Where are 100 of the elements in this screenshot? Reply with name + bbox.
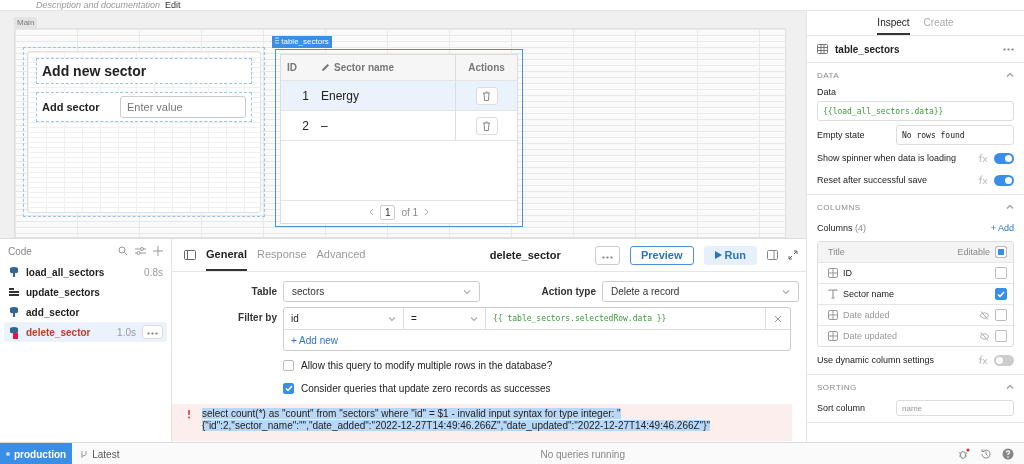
- field-label: Data: [817, 87, 837, 97]
- column-header: Editable: [957, 247, 990, 257]
- operator-dropdown[interactable]: =: [404, 308, 486, 329]
- column-header[interactable]: ID: [287, 62, 297, 73]
- filter-value-field[interactable]: {{ table_sectors.selectedRow.data }}: [486, 308, 766, 329]
- trash-icon: [482, 120, 491, 131]
- text-type-icon: [828, 289, 838, 299]
- status-text: No queries running: [539, 448, 626, 460]
- filter-column-dropdown[interactable]: id: [284, 308, 404, 329]
- search-icon[interactable]: [118, 246, 128, 256]
- query-name: delete_sector: [26, 326, 92, 338]
- query-item[interactable]: load_all_sectors 0.8s: [4, 262, 167, 282]
- drag-handle-icon[interactable]: [275, 37, 279, 44]
- column-title: ID: [843, 268, 853, 278]
- field-label: Table: [250, 286, 277, 297]
- more-icon[interactable]: [1003, 47, 1014, 51]
- add-link[interactable]: + Add: [990, 223, 1014, 233]
- help-icon[interactable]: [1002, 448, 1014, 460]
- chevron-down-icon[interactable]: [463, 287, 471, 296]
- empty-state-field[interactable]: No rows found: [896, 125, 1014, 145]
- section-title: DATA: [817, 70, 840, 80]
- add-new-link[interactable]: + Add new: [291, 334, 338, 346]
- column-row[interactable]: Sector name: [818, 284, 1013, 305]
- table-row[interactable]: 1 Energy: [281, 81, 517, 111]
- column-header[interactable]: Actions: [468, 62, 505, 73]
- chevron-down-icon[interactable]: [388, 314, 396, 323]
- preview-button[interactable]: Preview: [629, 245, 694, 265]
- column-header[interactable]: Sector name: [321, 62, 395, 73]
- page-field[interactable]: 1: [379, 204, 396, 220]
- checkbox[interactable]: [995, 267, 1007, 279]
- fx-icon[interactable]: [976, 175, 988, 185]
- collapse-icon[interactable]: [1006, 383, 1014, 391]
- query-name: load_all_sectors: [26, 266, 106, 278]
- more-icon[interactable]: [601, 256, 613, 259]
- query-item[interactable]: update_sectors: [4, 282, 167, 302]
- column-row[interactable]: ID: [818, 263, 1013, 284]
- fx-icon[interactable]: [976, 355, 988, 365]
- data-field[interactable]: {{load_all_sectors.data}}: [817, 101, 1014, 121]
- column-header: Title: [828, 247, 846, 257]
- column-title: Date added: [843, 310, 891, 320]
- description-text: Description and documentation: [36, 0, 161, 10]
- panel-icon[interactable]: [767, 250, 778, 260]
- chevron-right-icon[interactable]: [424, 208, 430, 216]
- field-label: Add sector: [42, 101, 101, 113]
- collapse-icon[interactable]: [1006, 71, 1014, 79]
- field-label: Empty state: [817, 130, 866, 140]
- grid-icon: [828, 331, 838, 341]
- table-dropdown[interactable]: sectors: [283, 281, 480, 302]
- query-item[interactable]: delete_sector 1.0s: [4, 322, 167, 342]
- columns-label: Columns: [817, 223, 853, 233]
- checkbox-label: Allow this query to modify multiple rows in the database?: [301, 359, 553, 371]
- branch-button[interactable]: Latest: [72, 448, 128, 460]
- component-tag: table_sectors: [272, 36, 332, 48]
- expand-icon[interactable]: [788, 250, 798, 260]
- query-time: 0.8s: [144, 266, 163, 278]
- table-cell: 2: [302, 118, 309, 133]
- play-icon: [714, 251, 722, 259]
- checkbox[interactable]: [995, 288, 1007, 300]
- table-row[interactable]: 2 –: [281, 111, 517, 141]
- query-item[interactable]: add_sector: [4, 302, 167, 322]
- frame-label: Main: [14, 17, 38, 28]
- component-name: table_sectors: [835, 43, 901, 55]
- delete-button[interactable]: [475, 116, 498, 135]
- plus-icon[interactable]: [153, 246, 163, 256]
- more-button[interactable]: [142, 325, 163, 339]
- sliders-icon[interactable]: [135, 246, 146, 256]
- toggle-switch[interactable]: [994, 174, 1014, 186]
- collapse-icon[interactable]: [1006, 203, 1014, 211]
- sidebar-toggle-icon[interactable]: [184, 250, 196, 260]
- bug-icon[interactable]: [958, 448, 970, 460]
- delete-button[interactable]: [475, 86, 498, 105]
- form-title: Add new sector: [36, 58, 252, 84]
- checkbox[interactable]: [283, 359, 294, 371]
- query-name: add_sector: [26, 306, 81, 318]
- text-input[interactable]: Enter value: [120, 96, 246, 118]
- error-badge-icon: [13, 333, 18, 339]
- section-title: SORTING: [817, 382, 857, 392]
- close-icon[interactable]: [774, 314, 782, 323]
- action-type-dropdown[interactable]: Delete a record: [602, 281, 799, 302]
- toggle-switch[interactable]: [994, 354, 1014, 366]
- inspector-tab[interactable]: Inspect: [877, 11, 910, 35]
- checkbox[interactable]: [995, 330, 1007, 342]
- edit-link[interactable]: Edit: [165, 0, 181, 10]
- run-button[interactable]: Run: [703, 245, 757, 265]
- form-container[interactable]: Add new sector Add sector Enter value: [23, 47, 265, 217]
- history-icon[interactable]: [980, 448, 992, 460]
- chevron-down-icon[interactable]: [470, 314, 478, 323]
- column-count: (4): [855, 223, 867, 233]
- toggle-switch[interactable]: [994, 152, 1014, 164]
- chevron-left-icon[interactable]: [368, 208, 374, 216]
- checkbox[interactable]: [995, 246, 1007, 258]
- fx-icon[interactable]: [976, 153, 988, 163]
- chevron-down-icon[interactable]: [782, 287, 790, 296]
- editor-tab[interactable]: General: [206, 239, 247, 271]
- more-icon[interactable]: [147, 332, 158, 335]
- checkbox[interactable]: [995, 309, 1007, 321]
- query-title: delete_sector: [488, 249, 562, 261]
- checkbox[interactable]: [283, 382, 294, 394]
- table-cell: –: [321, 118, 328, 133]
- trash-icon: [482, 90, 491, 101]
